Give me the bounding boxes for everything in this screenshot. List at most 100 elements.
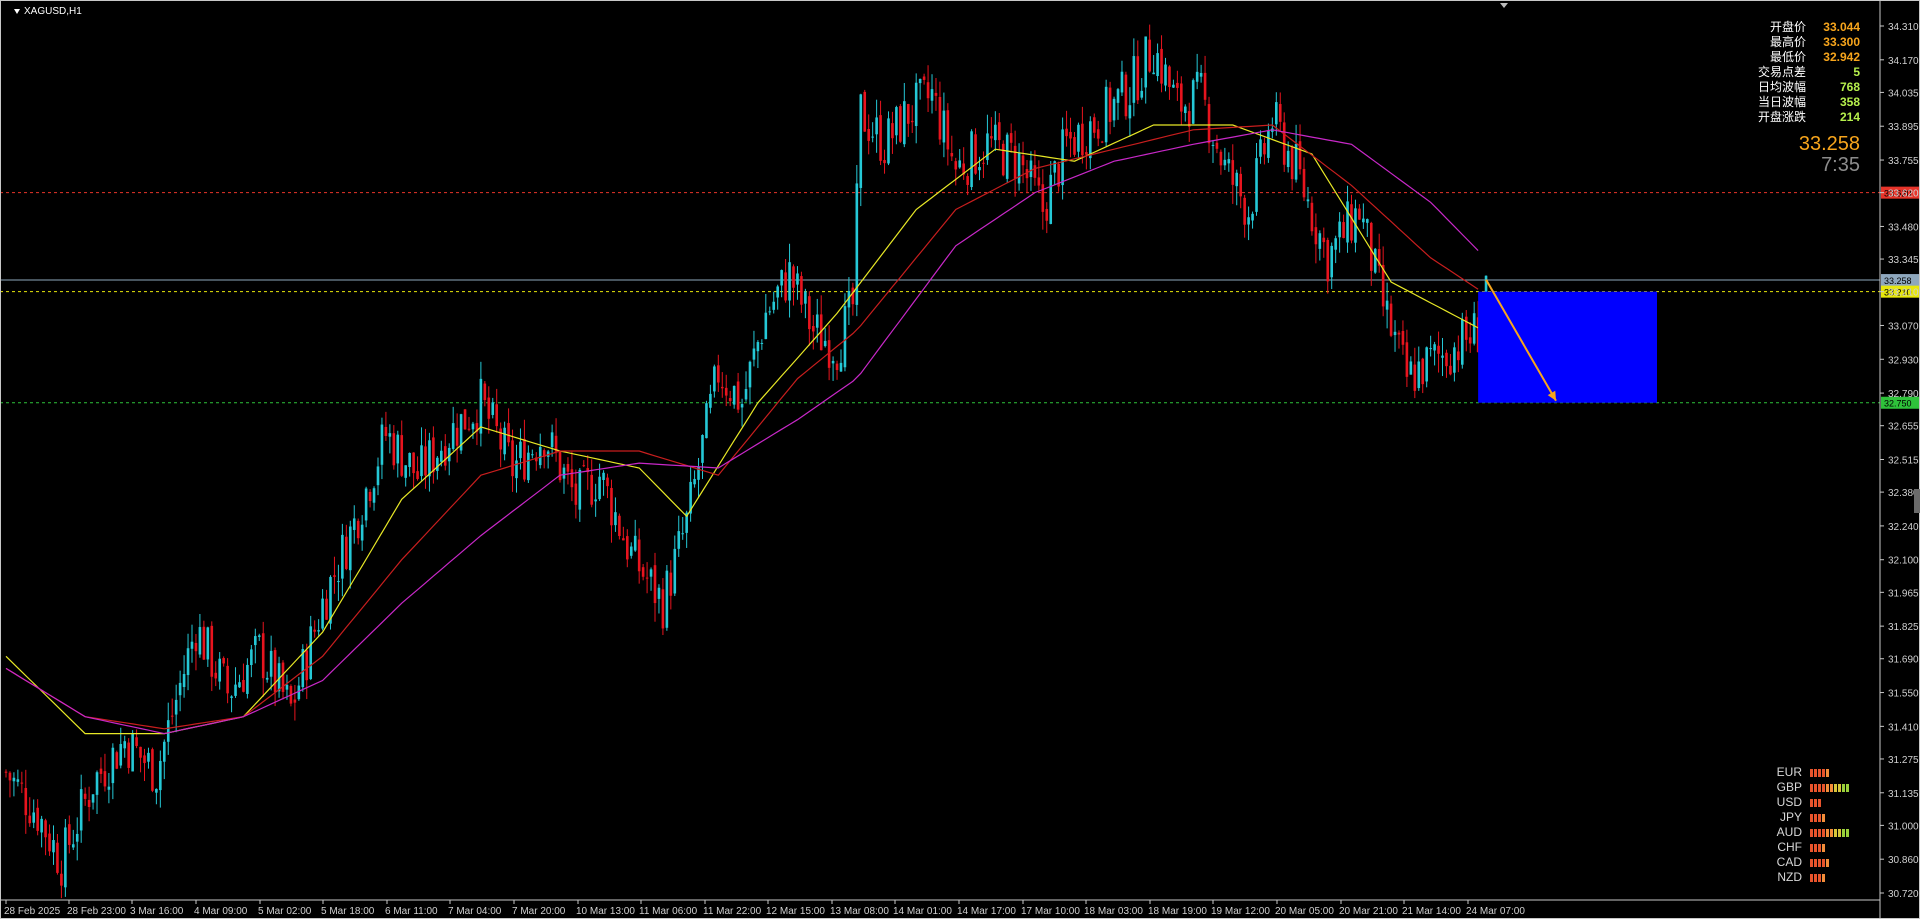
chart-shift-marker-icon[interactable] (1500, 3, 1508, 8)
candle-body (1180, 83, 1183, 112)
candle-body (705, 403, 708, 439)
candle-body (364, 488, 368, 521)
price-chart[interactable]: 33.62033.25833.21032.750 34.31034.17034.… (0, 0, 1920, 919)
target-zone-box[interactable] (1478, 291, 1657, 403)
candle-body (768, 311, 772, 313)
candle-body (582, 465, 586, 467)
candle-body (1334, 238, 1337, 250)
candle-body (1346, 201, 1349, 243)
candle-body (982, 162, 985, 164)
candle-body (143, 755, 146, 764)
level-label-target: 32.750 (1884, 399, 1912, 409)
candle-body (764, 312, 768, 340)
candle-body (875, 117, 878, 135)
candle-body (934, 92, 938, 96)
scroll-handle[interactable] (1914, 489, 1920, 513)
candle-body (174, 699, 178, 715)
candle-body (578, 469, 582, 510)
info-row-avg-range: 日均波幅 768 (1740, 80, 1860, 95)
strength-bars (1810, 813, 1825, 822)
y-tick-label: 34.310 (1888, 22, 1919, 33)
candle-body (701, 435, 704, 463)
candle-body (376, 466, 380, 486)
candle-body (930, 89, 934, 101)
candle-body (368, 491, 372, 502)
candle-body (891, 123, 894, 139)
currency-label: NZD (1777, 870, 1802, 884)
candle-body (404, 465, 407, 478)
candle-body (1049, 174, 1053, 224)
candle-body (728, 398, 732, 402)
candle-body (1128, 105, 1132, 119)
candle-body (1033, 165, 1037, 178)
candle-body (503, 427, 506, 455)
candle-body (954, 161, 958, 170)
candle-body (918, 78, 922, 84)
candle-body (978, 167, 981, 171)
strength-bar (1838, 783, 1841, 792)
candle-body (637, 539, 641, 572)
candle-body (657, 587, 661, 599)
candle-body (994, 124, 997, 141)
candle-body (1243, 197, 1246, 225)
x-tick-label: 18 Mar 19:00 (1148, 906, 1207, 917)
candle-body (443, 446, 447, 466)
candle-body (574, 483, 578, 505)
candle-body (1219, 151, 1223, 166)
candle-body (1267, 130, 1270, 158)
candle-body (990, 136, 993, 139)
currency-label: CAD (1776, 855, 1802, 869)
candle-body (906, 104, 910, 124)
x-tick-label: 28 Feb 2025 (4, 906, 61, 917)
candle-body (1085, 152, 1088, 155)
dropdown-caret-icon[interactable] (14, 8, 20, 14)
candle-body (285, 684, 289, 690)
candle-body (1259, 139, 1262, 157)
candle-body (1065, 128, 1068, 137)
candle-body (713, 366, 716, 392)
candle-body (602, 472, 605, 481)
x-tick-label: 12 Mar 15:00 (766, 906, 825, 917)
candle-body (388, 433, 392, 437)
candle-body (24, 787, 28, 816)
candle-body (835, 363, 839, 370)
info-label: 日均波幅 (1757, 80, 1806, 94)
candle-body (1330, 245, 1334, 278)
candle-body (356, 520, 360, 539)
symbol-title[interactable]: XAGUSD,H1 (14, 6, 82, 17)
x-tick-label: 20 Mar 05:00 (1275, 906, 1334, 917)
candle-body (1191, 80, 1195, 124)
target-zone-layer (1478, 279, 1657, 403)
x-tick-label: 11 Mar 06:00 (639, 906, 698, 917)
candle-body (538, 446, 542, 466)
candle-body (1132, 56, 1136, 103)
candle-body (162, 741, 166, 762)
candle-body (159, 760, 162, 791)
candle-body (950, 152, 954, 157)
candle-body (709, 393, 712, 408)
info-label: 最低价 (1769, 50, 1806, 64)
candle-body (1389, 303, 1393, 336)
candle-body (1468, 337, 1472, 344)
candle-body (938, 96, 942, 140)
candle-body (1437, 345, 1440, 354)
x-tick-label: 19 Mar 12:00 (1211, 906, 1270, 917)
candle-body (305, 650, 309, 681)
strength-bar (1818, 843, 1821, 852)
candle-body (804, 291, 807, 304)
candle-body (1156, 53, 1159, 77)
candle-body (254, 636, 257, 646)
candle-body (859, 94, 863, 188)
candle-body (776, 286, 779, 298)
candle-body (1405, 342, 1409, 377)
candle-body (1017, 152, 1021, 184)
candle-body (641, 567, 645, 577)
candle-body (1207, 104, 1211, 144)
candle-body (1397, 332, 1401, 335)
candle-body (1255, 158, 1258, 212)
currency-label: JPY (1779, 810, 1802, 824)
candle-body (1116, 89, 1120, 103)
candle-body (590, 474, 593, 505)
y-tick-label: 31.410 (1888, 722, 1919, 733)
strength-bar (1814, 858, 1817, 867)
